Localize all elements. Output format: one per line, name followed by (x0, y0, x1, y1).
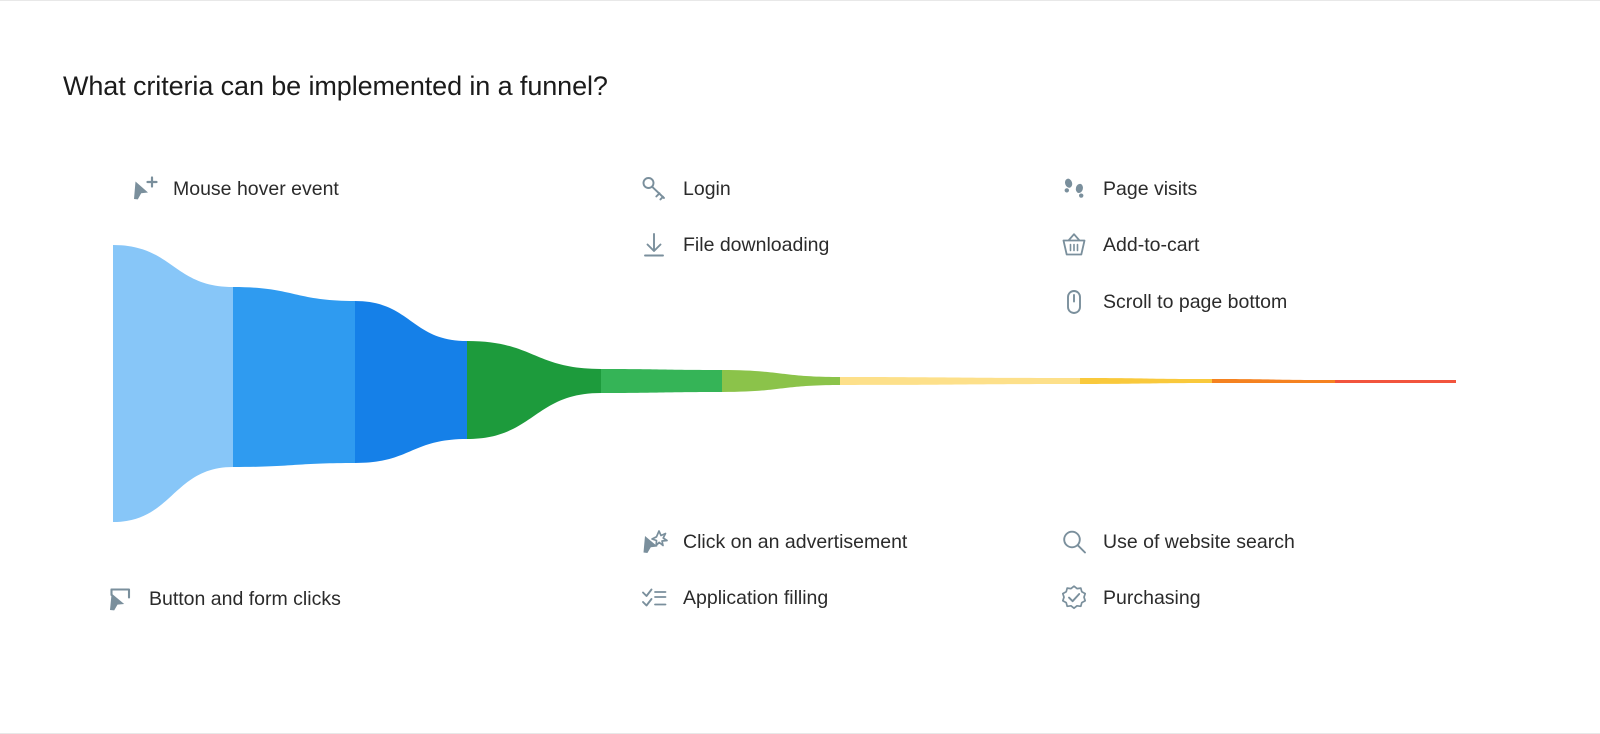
funnel-segment-stage-8 (1080, 378, 1212, 384)
funnel-segment-stage-7 (840, 377, 1080, 385)
funnel-segment-stage-1 (113, 245, 233, 522)
criteria-label: Use of website search (1103, 530, 1295, 553)
criteria-item-use-of-website-search[interactable]: Use of website search (1057, 525, 1295, 559)
infographic-page: What criteria can be implemented in a fu… (0, 0, 1600, 734)
computer-mouse-icon (1057, 285, 1091, 319)
funnel-segment-stage-2 (233, 287, 355, 467)
criteria-label: Login (683, 177, 731, 200)
page-title: What criteria can be implemented in a fu… (63, 71, 608, 101)
criteria-item-application-filling[interactable]: Application filling (637, 581, 828, 615)
criteria-label: Button and form clicks (149, 587, 341, 610)
criteria-label: Page visits (1103, 177, 1198, 200)
funnel-segment-stage-6 (722, 370, 840, 392)
criteria-label: Add-to-cart (1103, 233, 1200, 256)
footprints-icon (1057, 172, 1091, 206)
criteria-item-page-visits[interactable]: Page visits (1057, 172, 1197, 206)
criteria-item-scroll-to-page-bottom[interactable]: Scroll to page bottom (1057, 285, 1287, 319)
criteria-label: File downloading (683, 233, 830, 256)
funnel-segment-stage-4 (467, 341, 601, 439)
checklist-icon (637, 581, 671, 615)
badge-check-icon (1057, 581, 1091, 615)
key-icon (637, 172, 671, 206)
criteria-item-login[interactable]: Login (637, 172, 731, 206)
cursor-button-icon (103, 582, 137, 616)
download-arrow-icon (637, 228, 671, 262)
criteria-item-add-to-cart[interactable]: Add-to-cart (1057, 228, 1199, 262)
criteria-item-mouse-hover-event[interactable]: Mouse hover event (127, 172, 339, 206)
cursor-plus-icon (127, 172, 161, 206)
criteria-label: Click on an advertisement (683, 530, 908, 553)
magnifier-icon (1057, 525, 1091, 559)
criteria-label: Mouse hover event (173, 177, 339, 200)
criteria-item-button-and-form-clicks[interactable]: Button and form clicks (103, 582, 341, 616)
cursor-click-icon (637, 525, 671, 559)
criteria-label: Scroll to page bottom (1103, 290, 1288, 313)
funnel-segment-stage-5 (601, 369, 722, 393)
criteria-item-purchasing[interactable]: Purchasing (1057, 581, 1201, 615)
criteria-label: Purchasing (1103, 586, 1201, 609)
funnel-segment-stage-10 (1335, 380, 1456, 383)
criteria-item-click-on-advertisement[interactable]: Click on an advertisement (637, 525, 907, 559)
criteria-label: Application filling (683, 586, 829, 609)
funnel-chart (113, 245, 1456, 522)
funnel-segment-stage-3 (355, 301, 467, 463)
funnel-segment-stage-9 (1212, 379, 1335, 383)
basket-icon (1057, 228, 1091, 262)
criteria-item-file-downloading[interactable]: File downloading (637, 228, 829, 262)
